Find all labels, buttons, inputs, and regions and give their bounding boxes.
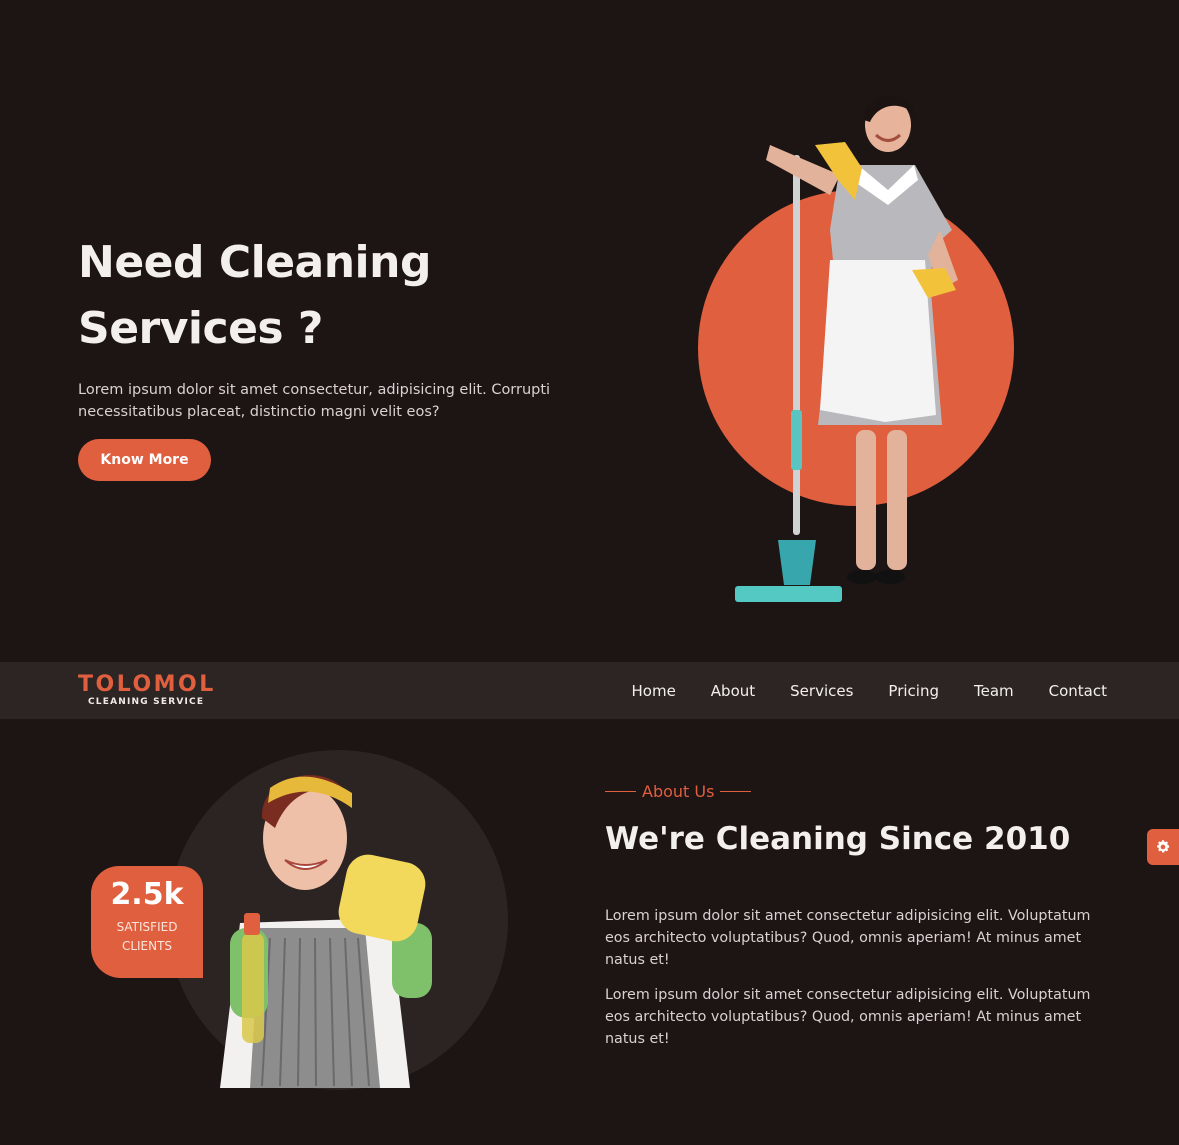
about-title: We're Cleaning Since 2010 xyxy=(605,821,1071,857)
nav-link-about[interactable]: About xyxy=(711,682,755,700)
hero-section: Need Cleaning Services ? Lorem ipsum dol… xyxy=(0,0,1179,662)
nav-link-pricing[interactable]: Pricing xyxy=(888,682,939,700)
settings-button[interactable] xyxy=(1147,829,1179,865)
nav-link-home[interactable]: Home xyxy=(632,682,676,700)
eyebrow-text: About Us xyxy=(642,782,715,801)
hero-title-line2: Services ? xyxy=(78,303,323,354)
about-paragraph-2: Lorem ipsum dolor sit amet consectetur a… xyxy=(605,987,1091,1047)
satisfied-clients-badge: 2.5k SATISFIED CLIENTS xyxy=(91,866,203,978)
nav-link-contact[interactable]: Contact xyxy=(1049,682,1107,700)
stat-value: 2.5k xyxy=(110,877,184,912)
hero-title-line1: Need Cleaning xyxy=(78,237,431,288)
logo-main-text: TOLOMOL xyxy=(78,672,216,697)
hero-description: Lorem ipsum dolor sit amet consectetur, … xyxy=(78,382,551,420)
nav-link-services[interactable]: Services xyxy=(790,682,853,700)
nav-link-team[interactable]: Team xyxy=(974,682,1014,700)
about-paragraph-1: Lorem ipsum dolor sit amet consectetur a… xyxy=(605,908,1091,968)
site-logo[interactable]: TOLOMOL CLEANING SERVICE xyxy=(78,673,216,708)
know-more-button[interactable]: Know More xyxy=(78,439,211,481)
hero-title: Need Cleaning Services ? xyxy=(78,230,598,362)
about-eyebrow: About Us xyxy=(605,782,752,801)
nav-links: Home About Services Pricing Team Contact xyxy=(597,662,1108,719)
eyebrow-line-right xyxy=(720,790,752,793)
logo-sub-text: CLEANING SERVICE xyxy=(88,697,205,707)
hero-cleaner-image xyxy=(698,95,1014,602)
stat-label: SATISFIED CLIENTS xyxy=(116,920,178,953)
main-navbar: TOLOMOL CLEANING SERVICE Home About Serv… xyxy=(0,662,1179,719)
gear-icon xyxy=(1157,840,1170,853)
eyebrow-line-left xyxy=(605,790,636,793)
